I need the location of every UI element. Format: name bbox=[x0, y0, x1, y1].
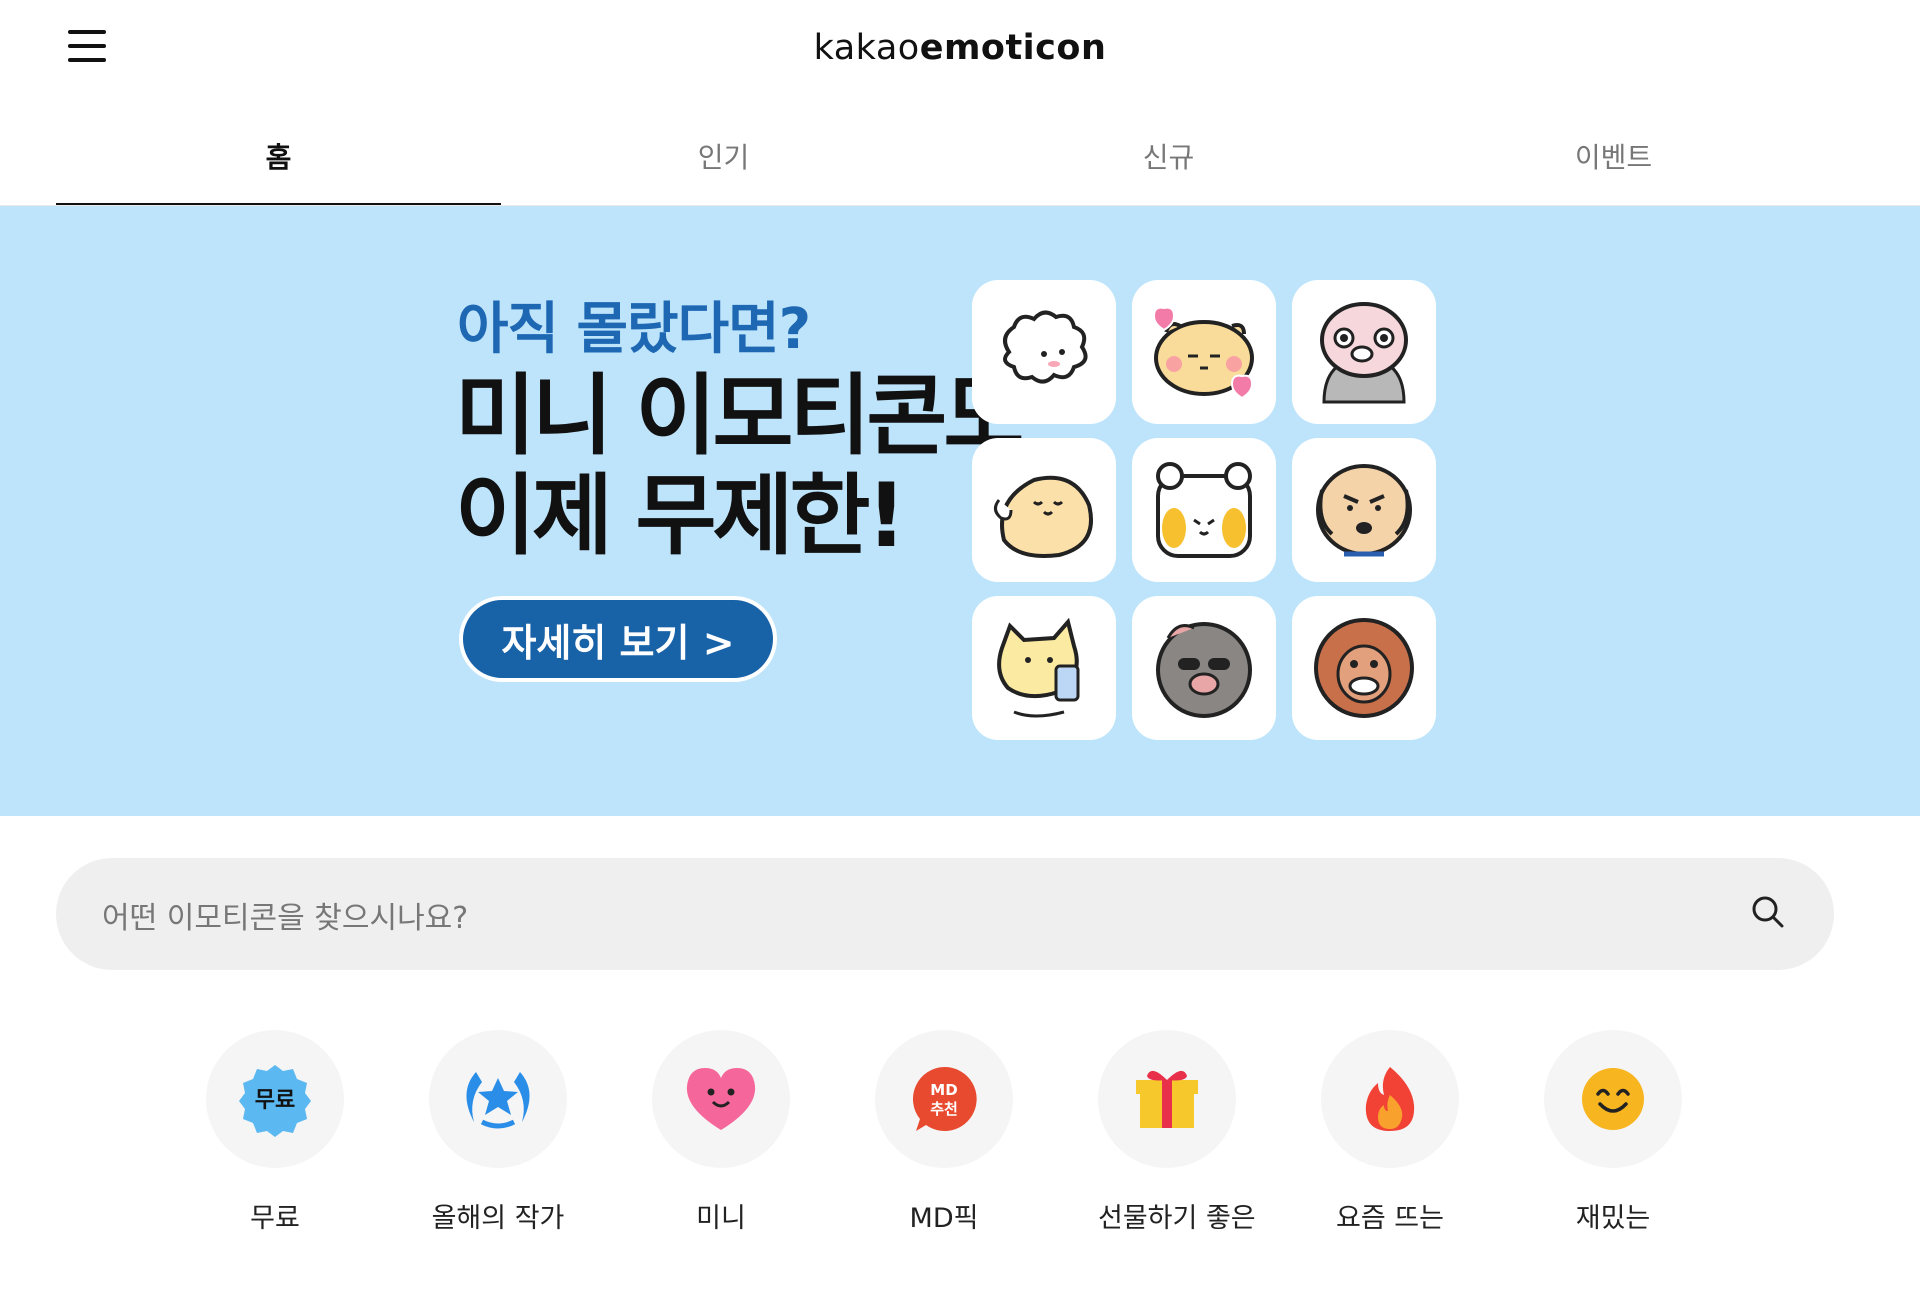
tab-home[interactable]: 홈 bbox=[56, 110, 501, 208]
smile-face-icon bbox=[1544, 1030, 1682, 1168]
sticker-orangutan-icon bbox=[1292, 596, 1436, 740]
category-mini[interactable]: 미니 bbox=[652, 1030, 875, 1235]
tab-new[interactable]: 신규 bbox=[946, 110, 1391, 206]
sticker-bear-icon bbox=[1132, 438, 1276, 582]
sticker-pig-icon bbox=[1292, 280, 1436, 424]
sticker-hamster-hearts-icon bbox=[1132, 280, 1276, 424]
sticker-cloud-icon bbox=[972, 280, 1116, 424]
fire-icon bbox=[1321, 1030, 1459, 1168]
tab-event[interactable]: 이벤트 bbox=[1391, 110, 1836, 206]
tab-popular[interactable]: 인기 bbox=[501, 110, 946, 206]
category-list: 무료 무료 올해의 작가 미니 MD추천 MD픽 선물하기 좋은 요즘 뜨는 bbox=[206, 1030, 1767, 1235]
banner-subtitle: 아직 몰랐다면? bbox=[457, 297, 811, 362]
search-input[interactable]: 어떤 이모티콘을 찾으시나요? bbox=[102, 893, 468, 937]
sticker-chick-icon bbox=[972, 438, 1116, 582]
category-md-pick[interactable]: MD 추천 MD픽 bbox=[875, 1030, 1098, 1235]
heart-face-icon bbox=[652, 1030, 790, 1168]
promo-banner[interactable]: 아직 몰랐다면? 미니 이모티콘도 이제 무제한! 자세히 보기 > bbox=[0, 206, 1920, 816]
category-artist-of-year[interactable]: 올해의 작가 bbox=[429, 1030, 652, 1235]
sticker-dog-icon bbox=[1292, 438, 1436, 582]
category-funny[interactable]: 재밌는 bbox=[1544, 1030, 1767, 1235]
svg-text:MD: MD bbox=[930, 1081, 957, 1099]
sticker-mole-icon bbox=[1132, 596, 1276, 740]
logo[interactable]: kakaoemoticon bbox=[0, 28, 1920, 68]
search-bar[interactable]: 어떤 이모티콘을 찾으시나요? bbox=[56, 858, 1834, 970]
sticker-cat-phone-icon bbox=[972, 596, 1116, 740]
svg-text:무료: 무료 bbox=[255, 1088, 295, 1113]
tab-bar: 홈 인기 신규 이벤트 bbox=[56, 110, 1836, 208]
details-button[interactable]: 자세히 보기 > bbox=[459, 596, 777, 682]
md-recommend-icon: MD 추천 bbox=[875, 1030, 1013, 1168]
sticker-grid bbox=[972, 280, 1436, 740]
free-badge-icon: 무료 bbox=[206, 1030, 344, 1168]
category-gift[interactable]: 선물하기 좋은 bbox=[1098, 1030, 1321, 1235]
laurel-star-icon bbox=[429, 1030, 567, 1168]
header: kakaoemoticon bbox=[0, 0, 1920, 98]
search-icon[interactable] bbox=[1750, 894, 1786, 934]
svg-text:추천: 추천 bbox=[930, 1100, 958, 1118]
gift-icon bbox=[1098, 1030, 1236, 1168]
category-free[interactable]: 무료 무료 bbox=[206, 1030, 429, 1235]
category-trending[interactable]: 요즘 뜨는 bbox=[1321, 1030, 1544, 1235]
banner-title: 미니 이모티콘도 이제 무제한! bbox=[455, 364, 1024, 567]
